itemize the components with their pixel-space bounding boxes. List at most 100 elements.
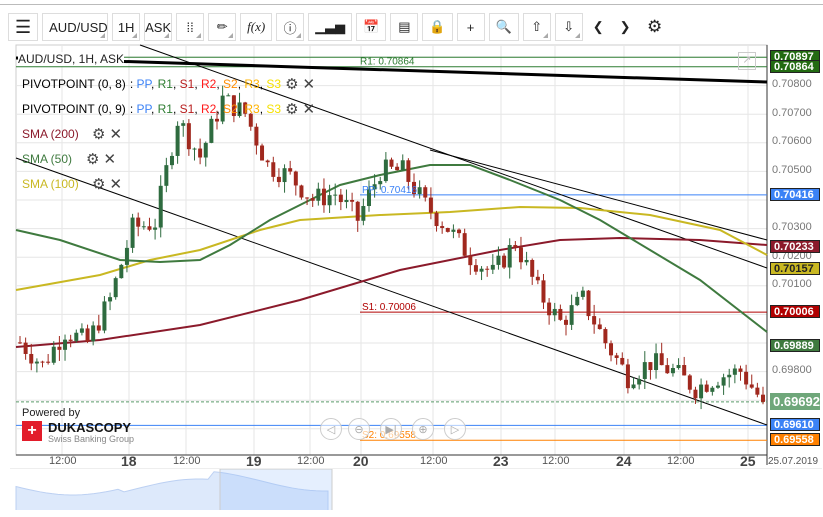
candle-body — [338, 194, 343, 203]
gear-icon[interactable]: ⚙ — [92, 175, 105, 193]
candle-body — [333, 194, 338, 196]
candle-body — [181, 123, 186, 126]
close-icon[interactable]: ✕ — [303, 100, 316, 118]
candle-body — [592, 316, 597, 325]
candle-body — [620, 357, 625, 365]
close-icon[interactable]: ✕ — [109, 175, 122, 193]
scroll-right-button[interactable]: ▷ — [444, 418, 466, 440]
candle-body — [575, 296, 580, 306]
price-label: 0.69558 — [770, 433, 820, 447]
candle-body — [209, 118, 214, 143]
s1-label: S1: 0.70006 — [362, 302, 416, 313]
candle-body — [676, 365, 681, 369]
gear-icon[interactable]: ⚙ — [92, 125, 105, 143]
candle-body — [738, 368, 743, 372]
price-label: 0.70006 — [770, 305, 820, 319]
price-label: 0.69610 — [770, 418, 820, 432]
candle-body — [687, 375, 692, 390]
close-icon[interactable]: ✕ — [303, 75, 316, 93]
candle-body — [271, 162, 276, 177]
candle-body — [665, 365, 670, 374]
price-tick: 0.70700 — [772, 106, 812, 119]
candle-body — [158, 185, 163, 228]
candle-body — [637, 378, 642, 385]
candle-body — [406, 160, 411, 182]
candle-body — [721, 377, 726, 386]
candle-body — [727, 374, 732, 378]
scroll-left-button[interactable]: ◁ — [320, 418, 342, 440]
time-tick: 24 — [616, 453, 632, 469]
brand-name: DUKASCOPY — [48, 420, 132, 435]
candle-body — [113, 278, 118, 298]
candle-body — [108, 297, 113, 302]
sma-name: SMA (200) — [22, 127, 79, 141]
candle-body — [51, 346, 56, 363]
r1-label: R1: 0.70864 — [360, 57, 415, 68]
gear-icon[interactable]: ⚙ — [86, 150, 99, 168]
price-label: 0.70233 — [770, 240, 820, 254]
sma-name: SMA (100) — [22, 177, 79, 191]
price-label: 0.70416 — [770, 187, 820, 201]
time-tick: 12:00 — [49, 455, 77, 467]
candle-body — [625, 364, 630, 389]
candle-body — [169, 155, 174, 166]
candle-body — [648, 362, 653, 371]
gear-icon[interactable]: ⚙ — [285, 100, 298, 118]
candle-body — [305, 197, 310, 199]
pivot-parts: : PP, R1, S1, R2, S2, R3, S3 — [129, 102, 282, 116]
pivot-part: S3 — [266, 77, 282, 91]
candle-body — [704, 384, 709, 392]
scroll-end-button[interactable]: ▶| — [380, 418, 402, 440]
candle-body — [40, 361, 45, 363]
candle-body — [293, 171, 298, 186]
price-tick: 0.70500 — [772, 163, 812, 176]
time-tick: 12:00 — [667, 455, 695, 467]
close-icon[interactable]: ✕ — [103, 150, 116, 168]
sma200-legend: SMA (200) ⚙ ✕ — [22, 125, 122, 143]
candle-body — [141, 226, 146, 228]
candle-body — [254, 126, 259, 146]
candle-body — [378, 181, 383, 185]
price-label: 0.70157 — [770, 261, 820, 275]
candle-body — [462, 233, 467, 256]
pivot-part: R2 — [201, 77, 217, 91]
candle-body — [63, 339, 68, 350]
candle-body — [310, 198, 315, 201]
candle-body — [603, 329, 608, 344]
candle-body — [265, 160, 270, 163]
date-label: 25.07.2019 — [768, 456, 819, 467]
time-tick: 23 — [493, 453, 509, 469]
price-tick: 0.70800 — [772, 78, 812, 90]
navigator-window[interactable] — [219, 469, 333, 510]
candle-body — [186, 123, 191, 150]
close-icon[interactable]: ✕ — [109, 125, 122, 143]
gear-icon[interactable]: ⚙ — [285, 75, 298, 93]
candle-body — [563, 319, 568, 325]
candle-body — [316, 188, 321, 201]
candle-body — [552, 308, 557, 316]
candle-body — [530, 259, 535, 277]
navigator[interactable] — [10, 468, 822, 510]
candle-body — [541, 280, 546, 303]
brand-sub: Swiss Banking Group — [48, 434, 135, 444]
expand-icon[interactable]: ↗ — [738, 52, 756, 70]
candle-body — [580, 290, 585, 297]
candle-body — [434, 212, 439, 227]
candle-body — [547, 302, 552, 316]
candle-body — [282, 168, 287, 183]
candle-body — [215, 118, 220, 122]
candle-body — [147, 226, 152, 230]
candle-body — [440, 226, 445, 228]
candle-body — [631, 384, 636, 389]
candle-body — [642, 362, 647, 379]
candle-body — [473, 265, 478, 272]
candle-body — [682, 365, 687, 376]
price-label: 0.69692 — [770, 392, 820, 410]
candle-body — [355, 201, 360, 221]
candle-body — [74, 332, 79, 341]
pivot-legend-1: PIVOTPOINT (0, 8): PP, R1, S1, R2, S2, R… — [22, 75, 315, 93]
pivot-part: S1 — [179, 102, 195, 116]
zoom-out-button[interactable]: ⊖ — [348, 418, 370, 440]
zoom-in-button[interactable]: ⊕ — [412, 418, 434, 440]
pivot-part: R3 — [244, 102, 260, 116]
